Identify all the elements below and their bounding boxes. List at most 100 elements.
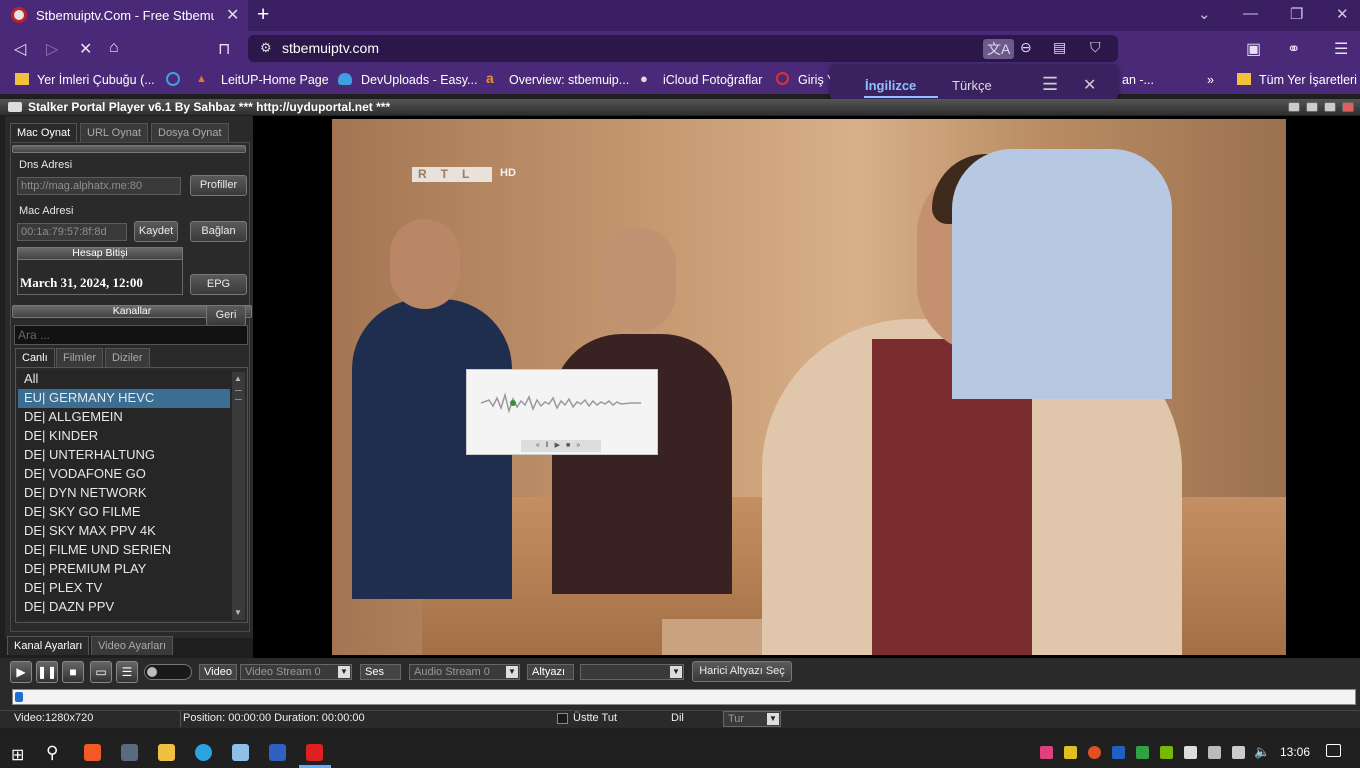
- back-icon[interactable]: ◁: [14, 39, 26, 59]
- app-window-icon[interactable]: [121, 744, 138, 761]
- channel-item[interactable]: All: [18, 370, 230, 389]
- external-subtitle-button[interactable]: Harici Altyazı Seç: [692, 661, 792, 682]
- back-button[interactable]: Geri: [206, 305, 246, 326]
- pause-button[interactable]: ❚❚: [36, 661, 58, 683]
- notepad-icon[interactable]: [232, 744, 249, 761]
- tab-url-play[interactable]: URL Oynat: [80, 123, 149, 142]
- video-player-taskbar-icon[interactable]: [306, 744, 323, 761]
- subtitle-select[interactable]: ▼: [580, 664, 684, 680]
- channel-item[interactable]: DE| DYN NETWORK: [18, 484, 230, 503]
- channel-item[interactable]: DE| PREMIUM PLAY: [18, 560, 230, 579]
- tray-security-icon[interactable]: [1136, 746, 1149, 759]
- app-close-icon[interactable]: [1342, 102, 1354, 112]
- bookmark-item[interactable]: LeitUP-Home Page: [221, 73, 329, 87]
- tab-mac-play[interactable]: Mac Oynat: [10, 123, 78, 142]
- tab-series[interactable]: Diziler: [105, 348, 150, 367]
- bookmark-item[interactable]: an -...: [1122, 73, 1154, 87]
- search-icon[interactable]: ⚲: [46, 743, 58, 763]
- translate-options-icon[interactable]: ☰: [1042, 74, 1058, 95]
- channel-item[interactable]: DE| UNTERHALTUNG: [18, 446, 230, 465]
- reader-mode-icon[interactable]: ▤: [1053, 39, 1066, 56]
- bookmark-item[interactable]: iCloud Fotoğraflar: [663, 73, 762, 87]
- app-restore-icon[interactable]: [1288, 102, 1300, 112]
- address-bar[interactable]: ⚙ stbemuiptv.com 文A ⊖ ▤ ⛉: [248, 35, 1118, 62]
- all-bookmarks[interactable]: Tüm Yer İşaretleri: [1259, 73, 1357, 87]
- forward-icon[interactable]: ▷: [46, 39, 58, 59]
- remote-desktop-icon[interactable]: [269, 744, 286, 761]
- tab-video-settings[interactable]: Video Ayarları: [91, 636, 174, 655]
- file-explorer-icon[interactable]: [158, 744, 175, 761]
- video-player[interactable]: RTL HD «‖▶■»: [332, 119, 1286, 655]
- scroll-up-icon[interactable]: ▲: [234, 374, 242, 383]
- seek-thumb[interactable]: [15, 692, 23, 702]
- volume-icon[interactable]: 🔈: [1254, 744, 1270, 760]
- tab-live[interactable]: Canlı: [15, 348, 55, 367]
- tray-outlook-icon[interactable]: [1112, 746, 1125, 759]
- dns-input[interactable]: http://mag.alphatx.me:80: [17, 177, 181, 195]
- menu-icon[interactable]: ☰: [1334, 39, 1348, 59]
- save-button[interactable]: Kaydet: [134, 221, 178, 242]
- tray-sync-icon[interactable]: [1088, 746, 1101, 759]
- video-stream-select[interactable]: Video Stream 0 ▼: [240, 664, 352, 680]
- brave-browser-icon[interactable]: [84, 744, 101, 761]
- home-icon[interactable]: ⌂: [109, 39, 119, 57]
- scroll-down-icon[interactable]: ▼: [234, 608, 242, 617]
- notifications-icon[interactable]: [1326, 744, 1341, 757]
- tray-network-icon[interactable]: [1208, 746, 1221, 759]
- overlay-controls[interactable]: «‖▶■»: [521, 440, 601, 452]
- play-button[interactable]: ▶: [10, 661, 32, 683]
- app-minimize-icon[interactable]: [1306, 102, 1318, 112]
- channel-item[interactable]: DE| ALLGEMEIN: [18, 408, 230, 427]
- stop-button[interactable]: ■: [62, 661, 84, 683]
- profiles-button[interactable]: Profiller: [190, 175, 247, 196]
- tray-battery-icon[interactable]: [1184, 746, 1197, 759]
- new-tab-icon[interactable]: +: [257, 3, 269, 27]
- channel-item[interactable]: DE| FILME UND SERIEN: [18, 541, 230, 560]
- epg-button[interactable]: EPG: [190, 274, 247, 295]
- tray-keyboard-icon[interactable]: [1232, 746, 1245, 759]
- shield-icon[interactable]: ⛉: [1090, 39, 1101, 56]
- volume-knob[interactable]: [147, 667, 157, 677]
- always-on-top-checkbox[interactable]: [557, 713, 568, 724]
- tab-list-chevron-icon[interactable]: ⌄: [1198, 5, 1211, 23]
- channel-list-scrollbar[interactable]: ▲ ▼: [232, 372, 245, 620]
- tray-app-icon[interactable]: [1040, 746, 1053, 759]
- zoom-icon[interactable]: ⊖: [1020, 39, 1032, 56]
- bookmark-item[interactable]: DevUploads - Easy...: [361, 73, 477, 87]
- channel-item[interactable]: EU| GERMANY HEVC: [18, 389, 230, 408]
- channel-item[interactable]: DE| DAZN PPV: [18, 598, 230, 617]
- audio-stream-select[interactable]: Audio Stream 0 ▼: [409, 664, 520, 680]
- seek-bar[interactable]: [12, 689, 1356, 705]
- playlist-button[interactable]: ☰: [116, 661, 138, 683]
- windows-start-icon[interactable]: ⊞: [11, 745, 24, 765]
- language-select[interactable]: Tur ▼: [723, 711, 781, 727]
- bookmark-item[interactable]: Yer İmleri Çubuğu (...: [37, 73, 155, 87]
- browser-tab[interactable]: Stbemuiptv.Com - Free Stbemu C ✕: [0, 0, 248, 31]
- sidebar-icon[interactable]: ▣: [1246, 39, 1261, 59]
- channel-item[interactable]: DE| KINDER: [18, 427, 230, 446]
- tab-movies[interactable]: Filmler: [56, 348, 103, 367]
- window-close-icon[interactable]: ✕: [1336, 5, 1349, 23]
- tray-nvidia-icon[interactable]: [1160, 746, 1173, 759]
- volume-slider[interactable]: [144, 664, 192, 680]
- minimize-icon[interactable]: —: [1243, 5, 1258, 22]
- more-bookmarks-icon[interactable]: »: [1207, 73, 1214, 87]
- maximize-icon[interactable]: ❐: [1290, 5, 1303, 23]
- site-info-icon[interactable]: ⚙: [260, 40, 272, 56]
- clock[interactable]: 13:06: [1280, 745, 1310, 759]
- private-icon[interactable]: ⚭: [1287, 39, 1300, 59]
- channel-item[interactable]: DE| PLEX TV: [18, 579, 230, 598]
- translate-icon[interactable]: 文A: [983, 39, 1015, 59]
- stop-loading-icon[interactable]: ✕: [79, 39, 92, 59]
- tab-file-play[interactable]: Dosya Oynat: [151, 123, 229, 142]
- connect-button[interactable]: Bağlan: [190, 221, 247, 242]
- target-language-tab[interactable]: Türkçe: [952, 78, 992, 93]
- mac-input[interactable]: 00:1a:79:57:8f:8d: [17, 223, 127, 241]
- audio-overlay[interactable]: «‖▶■»: [466, 369, 658, 455]
- screen-button[interactable]: ▭: [90, 661, 112, 683]
- source-language-tab[interactable]: İngilizce: [865, 78, 916, 93]
- app-maximize-icon[interactable]: [1324, 102, 1336, 112]
- scroll-thumb[interactable]: [235, 390, 242, 400]
- telegram-icon[interactable]: [195, 744, 212, 761]
- channel-item[interactable]: DE| VODAFONE GO: [18, 465, 230, 484]
